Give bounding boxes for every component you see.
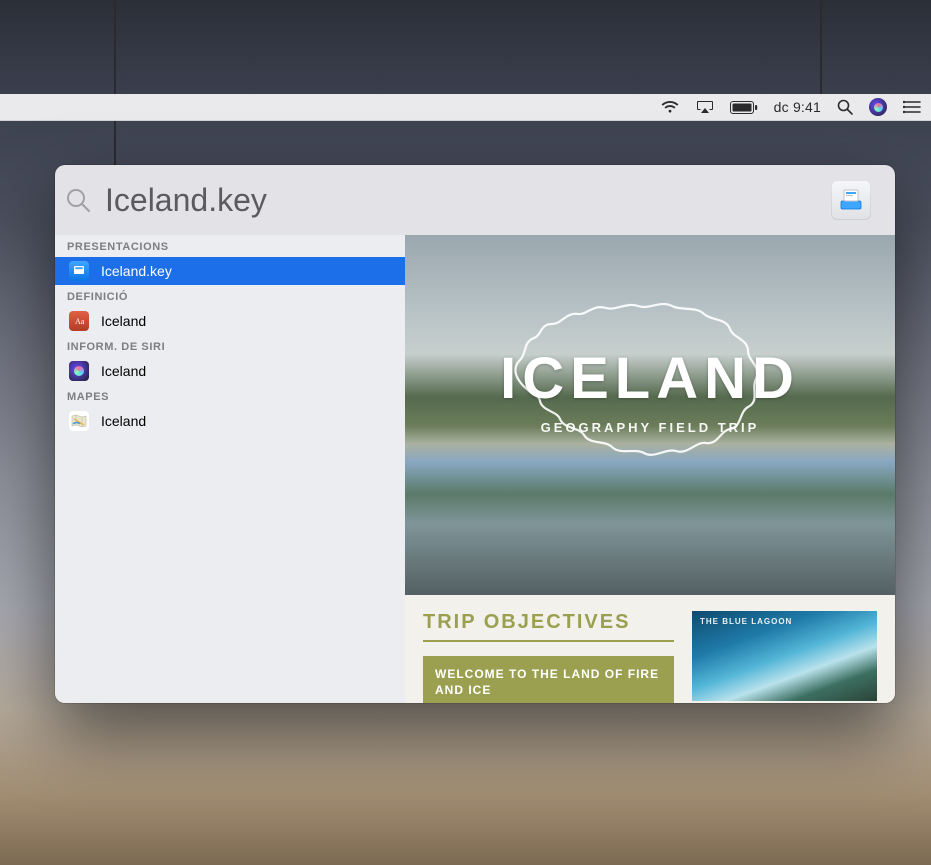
top-hit-app-icon [831, 180, 871, 220]
spotlight-preview-pane: ICELAND GEOGRAPHY FIELD TRIP TRIP OBJECT… [405, 235, 895, 703]
notification-center-icon[interactable] [903, 94, 921, 120]
maps-icon [69, 411, 89, 431]
slide2-thumbnail: THE BLUE LAGOON [692, 611, 877, 701]
results-category-header: DEFINICIÓ [55, 285, 405, 307]
preview-slide-1: ICELAND GEOGRAPHY FIELD TRIP [405, 235, 895, 595]
result-siri-iceland[interactable]: Iceland [55, 357, 405, 385]
search-icon [65, 187, 91, 213]
slide-title: ICELAND [405, 345, 895, 412]
battery-icon[interactable] [730, 94, 758, 120]
spotlight-menu-icon[interactable] [837, 94, 853, 120]
result-label: Iceland [101, 413, 146, 429]
airplay-icon[interactable] [696, 94, 714, 120]
spotlight-search-bar [55, 165, 895, 236]
callout-line [820, 0, 822, 96]
menu-bar: dc 9:41 [0, 94, 931, 121]
results-category-header: INFORM. DE SIRI [55, 335, 405, 357]
result-label: Iceland [101, 363, 146, 379]
spotlight-window: PRESENTACIONS Iceland.key DEFINICIÓ Aa I… [55, 165, 895, 703]
results-category-header: MAPES [55, 385, 405, 407]
results-category-header: PRESENTACIONS [55, 235, 405, 257]
siri-icon [69, 361, 89, 381]
slide-subtitle: GEOGRAPHY FIELD TRIP [405, 420, 895, 435]
menu-bar-clock[interactable]: dc 9:41 [774, 94, 821, 120]
result-maps-iceland[interactable]: Iceland [55, 407, 405, 435]
siri-menu-icon[interactable] [869, 94, 887, 120]
wifi-icon[interactable] [660, 94, 680, 120]
svg-text:Aa: Aa [75, 317, 85, 326]
spotlight-results-list: PRESENTACIONS Iceland.key DEFINICIÓ Aa I… [55, 235, 405, 703]
spotlight-search-input[interactable] [103, 181, 831, 220]
slide2-heading: TRIP OBJECTIVES [423, 611, 674, 642]
keynote-file-icon [69, 261, 89, 281]
result-definition-iceland[interactable]: Aa Iceland [55, 307, 405, 335]
result-label: Iceland.key [101, 263, 172, 279]
preview-slide-2: TRIP OBJECTIVES WELCOME TO THE LAND OF F… [405, 595, 895, 703]
slide2-thumbnail-caption: THE BLUE LAGOON [700, 617, 792, 626]
result-iceland-key[interactable]: Iceland.key [55, 257, 405, 285]
result-label: Iceland [101, 313, 146, 329]
slide2-callout-box: WELCOME TO THE LAND OF FIRE AND ICE [423, 656, 674, 703]
dictionary-icon: Aa [69, 311, 89, 331]
